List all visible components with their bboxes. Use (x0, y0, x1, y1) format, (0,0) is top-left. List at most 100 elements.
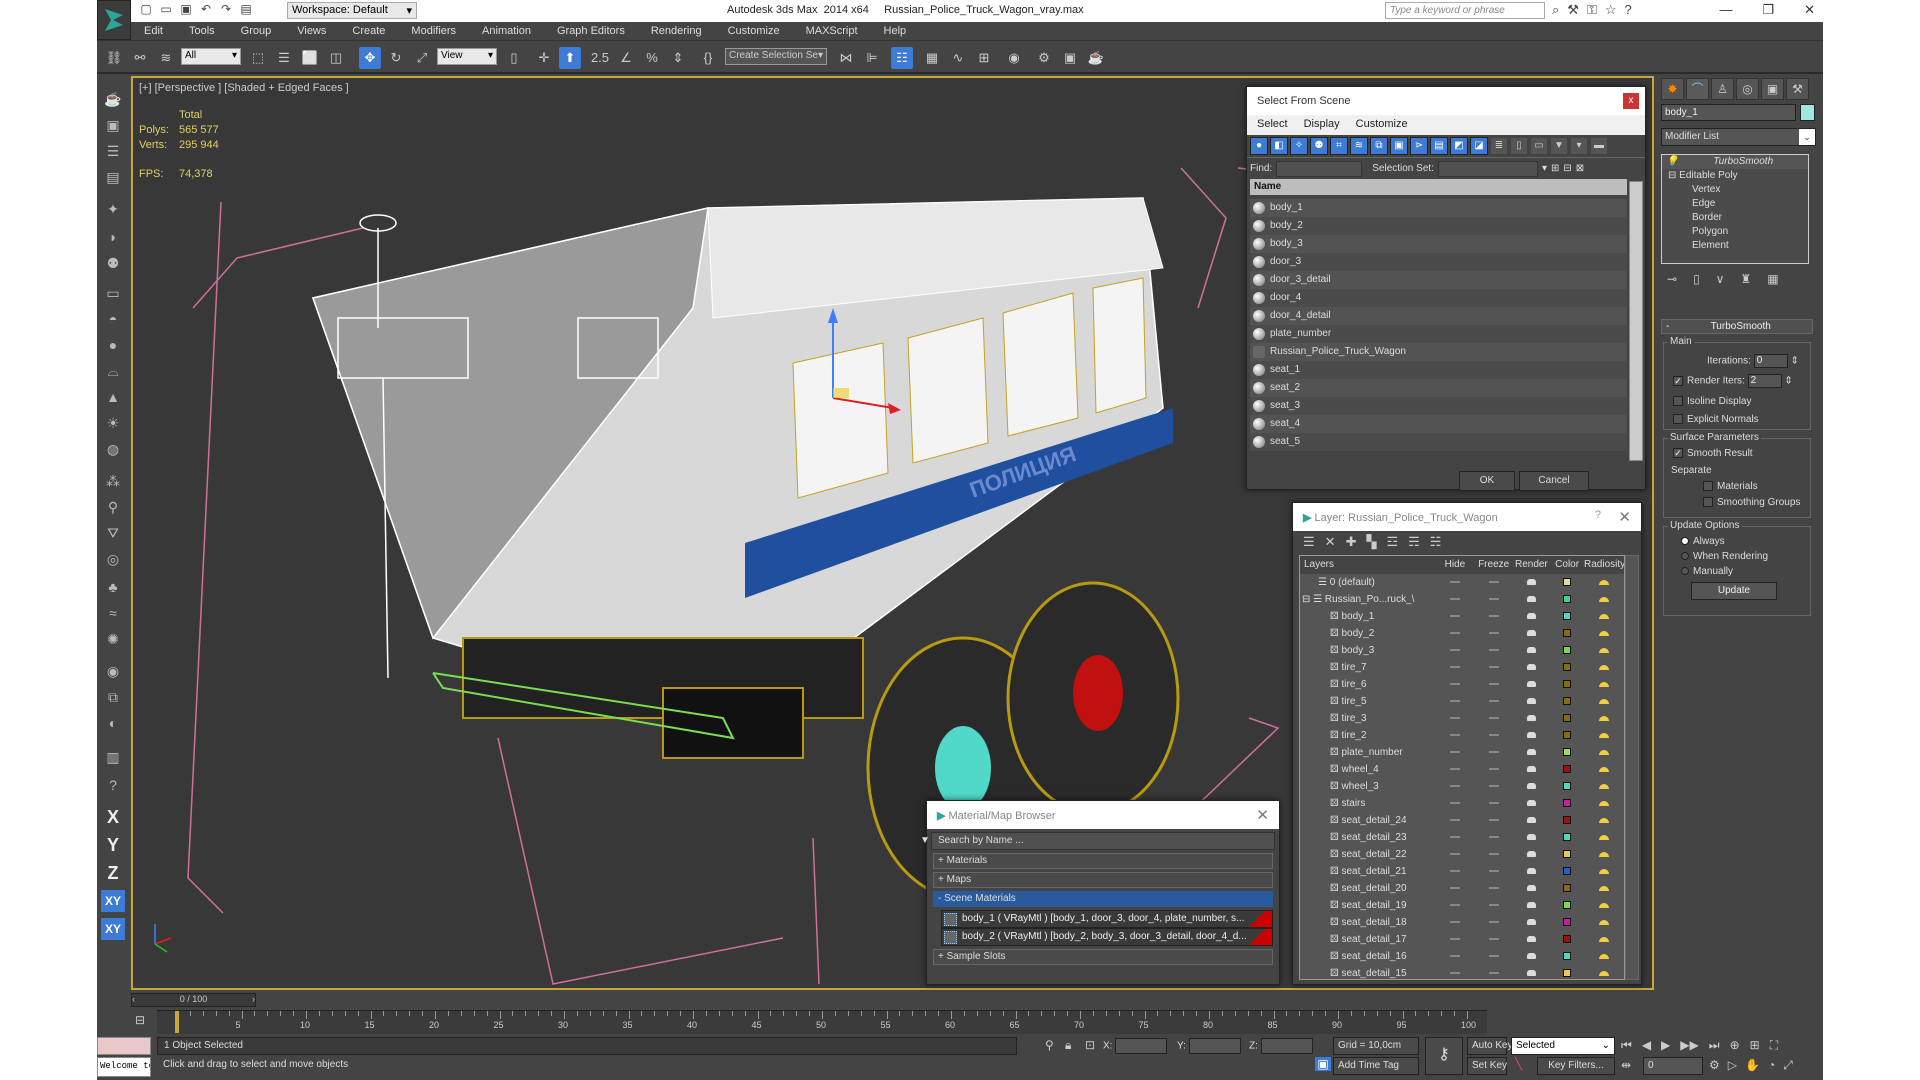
selection-set-arrow-icon[interactable]: ▾ (1542, 163, 1547, 174)
render-teapot-icon[interactable] (1527, 681, 1537, 688)
update-always-radio[interactable] (1681, 537, 1689, 546)
x-input[interactable] (1115, 1038, 1168, 1054)
save-file-icon[interactable]: ▣ (179, 2, 193, 16)
layer-object-row[interactable]: ⚄ tire_2 (1300, 727, 1624, 744)
hide-all-layers-icon[interactable]: ☴ (1408, 534, 1420, 550)
freeze-toggle[interactable] (1488, 853, 1499, 856)
lock-selection-icon[interactable]: 🔒︎ (1065, 1038, 1071, 1053)
render-teapot-icon[interactable] (1527, 664, 1537, 671)
groups-filter-icon[interactable]: ⧉ (1370, 137, 1388, 155)
snaps-toggle-icon[interactable]: 2.5 (589, 47, 611, 69)
axis-y-button[interactable]: Y (101, 834, 125, 856)
hide-toggle[interactable] (1450, 972, 1461, 975)
maximize-viewport-icon[interactable]: ⤢ (1783, 1058, 1793, 1073)
turbosmooth-rollout-header[interactable]: - TurboSmooth (1661, 319, 1813, 334)
scene-object-row[interactable]: Russian_Police_Truck_Wagon (1250, 343, 1627, 361)
default-tangent-icon[interactable]: ╲ (1515, 1057, 1522, 1071)
freeze-toggle[interactable] (1488, 785, 1499, 788)
color-swatch[interactable] (1563, 850, 1572, 859)
color-swatch[interactable] (1563, 969, 1572, 978)
play-icon[interactable]: ▶ (1661, 1038, 1670, 1053)
radiosity-sun-icon[interactable] (1599, 834, 1610, 840)
menu-help[interactable]: Help (871, 25, 920, 37)
hide-toggle[interactable] (1450, 785, 1461, 788)
name-column-header[interactable]: Name (1250, 179, 1627, 195)
create-layer-icon[interactable]: ☰ (1303, 534, 1315, 550)
ok-button[interactable]: OK (1459, 471, 1515, 491)
helper-icon[interactable]: ⚲ (101, 496, 125, 518)
hide-toggle[interactable] (1450, 632, 1461, 635)
layer-object-row[interactable]: ⚄ seat_detail_22 (1300, 846, 1624, 863)
hide-toggle[interactable] (1450, 955, 1461, 958)
color-swatch[interactable] (1563, 935, 1572, 944)
percent-snap-icon[interactable]: % (641, 47, 663, 69)
globe-icon[interactable]: ◎ (101, 548, 125, 570)
hide-toggle[interactable] (1450, 819, 1461, 822)
layer-object-row[interactable]: ⚄ tire_6 (1300, 676, 1624, 693)
auto-key-button[interactable]: Auto Key (1467, 1037, 1513, 1055)
current-frame-field[interactable]: 0 (1643, 1057, 1703, 1075)
freeze-toggle[interactable] (1488, 836, 1499, 839)
render-teapot-icon[interactable] (1527, 970, 1537, 977)
collapse-icon[interactable]: ⊟ (1302, 594, 1313, 605)
select-none-list-icon[interactable]: ⊟ (1563, 163, 1571, 174)
separate-smoothing-groups-checkbox[interactable] (1703, 497, 1713, 508)
undo-icon[interactable]: ↶ (199, 2, 213, 16)
delete-layer-icon[interactable]: ✕ (1325, 534, 1336, 550)
select-object-icon[interactable]: ⬚ (247, 47, 269, 69)
render-teapot-icon[interactable] (1527, 613, 1537, 620)
fov-icon[interactable]: ▷ (1728, 1058, 1737, 1073)
scene-object-row[interactable]: door_3 (1250, 253, 1627, 271)
rect-selection-icon[interactable]: ⬜ (299, 47, 321, 69)
scene-object-row[interactable]: body_1 (1250, 199, 1627, 217)
help-icon[interactable]: ? (1625, 2, 1632, 18)
axis-xy-constraint-button[interactable]: XY (101, 918, 125, 940)
layer-object-row[interactable]: ⚄ wheel_4 (1300, 761, 1624, 778)
radiosity-sun-icon[interactable] (1599, 630, 1610, 636)
stack-item-element[interactable]: Element (1662, 239, 1808, 253)
project-folder-icon[interactable]: ▤ (239, 2, 253, 16)
bind-spacewarp-icon[interactable]: ≋ (155, 47, 177, 69)
radiosity-sun-icon[interactable] (1599, 885, 1610, 891)
hide-toggle[interactable] (1450, 683, 1461, 686)
layer-manager-icon[interactable]: ☷ (891, 47, 913, 69)
menu-select[interactable]: Select (1257, 118, 1288, 132)
radiosity-sun-icon[interactable] (1599, 664, 1610, 670)
spinner-arrows-icon[interactable]: ⇕ (1790, 356, 1798, 367)
redo-icon[interactable]: ↷ (219, 2, 233, 16)
render-teapot-icon[interactable] (1527, 715, 1537, 722)
radiosity-sun-icon[interactable] (1599, 800, 1610, 806)
time-config-icon[interactable]: ⚙ (1709, 1058, 1720, 1073)
freeze-toggle[interactable] (1488, 632, 1499, 635)
infocenter-search[interactable]: Type a keyword or phrase (1385, 2, 1545, 19)
scene-object-row[interactable]: door_4 (1250, 289, 1627, 307)
color-swatch[interactable] (1563, 816, 1572, 825)
freeze-toggle[interactable] (1488, 734, 1499, 737)
scene-material-item[interactable]: body_2 ( VRayMtl ) [body_2, body_3, door… (941, 928, 1273, 946)
hide-toggle[interactable] (1450, 853, 1461, 856)
reference-coord-dropdown[interactable]: View ▾ (437, 48, 497, 65)
color-swatch[interactable] (1563, 867, 1572, 876)
object-name-field[interactable]: body_1 (1661, 104, 1796, 121)
radiosity-sun-icon[interactable] (1599, 902, 1610, 908)
layer-object-row[interactable]: ⚄ tire_3 (1300, 710, 1624, 727)
remove-modifier-icon[interactable]: ♜ (1740, 272, 1751, 286)
key-mode-toggle-icon[interactable]: ⇹ (1621, 1058, 1631, 1072)
time-slider[interactable]: ‹ 0 / 100 › (131, 993, 256, 1007)
freeze-toggle[interactable] (1488, 904, 1499, 907)
color-swatch[interactable] (1563, 884, 1572, 893)
render-teapot-icon[interactable] (1527, 749, 1537, 756)
render-teapot-icon[interactable] (1527, 596, 1537, 603)
freeze-toggle[interactable] (1488, 819, 1499, 822)
freeze-toggle[interactable] (1488, 768, 1499, 771)
hide-toggle[interactable] (1450, 649, 1461, 652)
options-arrow-icon[interactable]: ▼ (920, 835, 930, 846)
color-swatch[interactable] (1563, 680, 1572, 689)
frozen-filter-icon[interactable]: ◩ (1450, 137, 1468, 155)
freeze-toggle[interactable] (1488, 683, 1499, 686)
color-swatch[interactable] (1563, 765, 1572, 774)
tape-icon[interactable]: ⛛ (101, 522, 125, 544)
scene-explorer-icon[interactable]: ☰ (101, 140, 125, 162)
prev-frame-icon[interactable]: ‹ (132, 994, 135, 1004)
lamp-icon[interactable]: ⌓ (101, 360, 125, 382)
